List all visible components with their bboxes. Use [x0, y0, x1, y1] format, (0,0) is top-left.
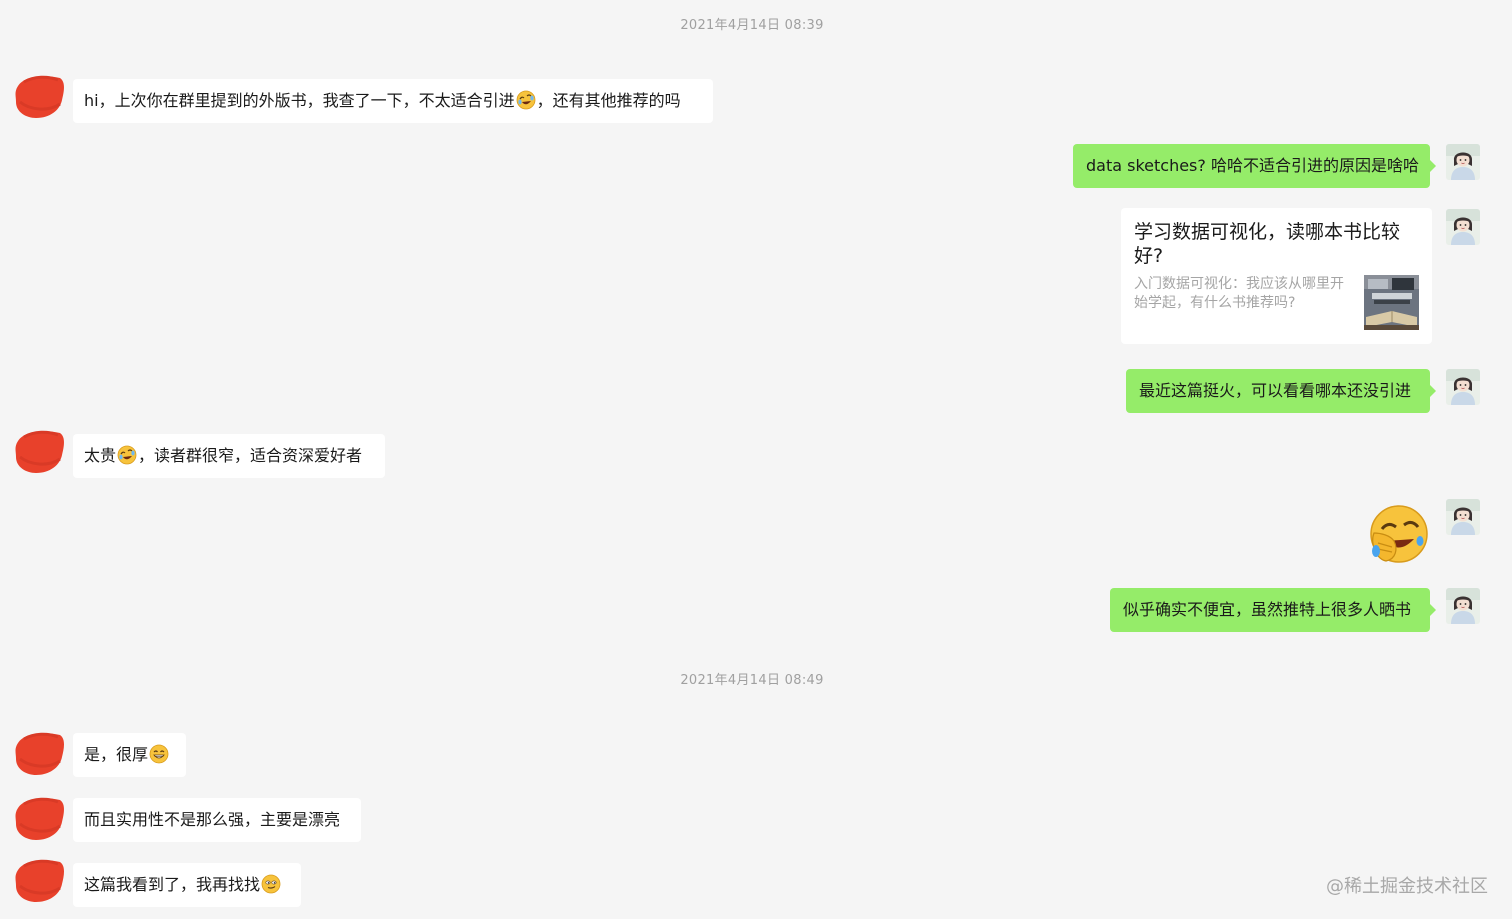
message-text: hi，上次你在群里提到的外版书，我查了一下，不太适合引进 [84, 91, 515, 110]
message-bubble[interactable]: 似乎确实不便宜，虽然推特上很多人晒书 [1110, 588, 1436, 632]
message-text: 太贵 [84, 446, 117, 465]
message-text: ，读者群很窄，适合资深爱好者 [138, 446, 363, 465]
redacted-avatar[interactable] [14, 856, 66, 904]
facepalm-laughing-emoji-icon[interactable] [1368, 503, 1430, 565]
redacted-avatar[interactable] [14, 794, 66, 842]
redacted-avatar[interactable] [14, 72, 66, 120]
avatar[interactable] [1446, 369, 1480, 405]
message-bubble[interactable]: 最近这篇挺火，可以看看哪本还没引进 [1126, 369, 1436, 413]
message-text: 似乎确实不便宜，虽然推特上很多人晒书 [1123, 600, 1412, 619]
book-thumbnail-icon [1364, 275, 1419, 330]
message-bubble[interactable]: 太贵 ，读者群很窄，适合资深爱好者 [73, 434, 385, 478]
timestamp-1: 2021年4月14日 08:39 [680, 18, 824, 33]
message-bubble[interactable]: data sketches? 哈哈不适合引进的原因是啥哈 [1073, 144, 1436, 188]
rolling-laughing-emoji-icon [516, 90, 536, 110]
link-card-title: 学习数据可视化，读哪本书比较好? [1134, 221, 1401, 267]
redacted-avatar[interactable] [14, 729, 66, 777]
avatar[interactable] [1446, 209, 1480, 245]
watermark: @稀土掘金技术社区 [1326, 876, 1488, 897]
message-text: ，还有其他推荐的吗 [536, 91, 681, 110]
message-text: 这篇我看到了，我再找找 [84, 875, 261, 894]
message-bubble[interactable]: 是，很厚 [73, 733, 186, 777]
message-text: 是，很厚 [84, 745, 149, 764]
grin-emoji-icon [149, 744, 169, 764]
message-text: 而且实用性不是那么强，主要是漂亮 [84, 810, 341, 829]
smirk-emoji-icon [261, 874, 281, 894]
avatar[interactable] [1446, 144, 1480, 180]
avatar[interactable] [1446, 499, 1480, 535]
message-bubble[interactable]: 而且实用性不是那么强，主要是漂亮 [73, 798, 361, 842]
avatar[interactable] [1446, 588, 1480, 624]
link-card[interactable]: 学习数据可视化，读哪本书比较好? 入门数据可视化：我应该从哪里开始学起，有什么书… [1121, 208, 1432, 344]
redacted-avatar[interactable] [14, 427, 66, 475]
message-text: data sketches? 哈哈不适合引进的原因是啥哈 [1086, 156, 1419, 175]
rolling-laughing-emoji-icon [117, 445, 137, 465]
link-card-description: 入门数据可视化：我应该从哪里开始学起，有什么书推荐吗? [1134, 276, 1344, 311]
message-text: 最近这篇挺火，可以看看哪本还没引进 [1139, 381, 1412, 400]
message-bubble[interactable]: 这篇我看到了，我再找找 [73, 863, 301, 907]
message-bubble[interactable]: hi，上次你在群里提到的外版书，我查了一下，不太适合引进 ，还有其他推荐的吗 [73, 79, 713, 123]
timestamp-2: 2021年4月14日 08:49 [680, 673, 824, 688]
